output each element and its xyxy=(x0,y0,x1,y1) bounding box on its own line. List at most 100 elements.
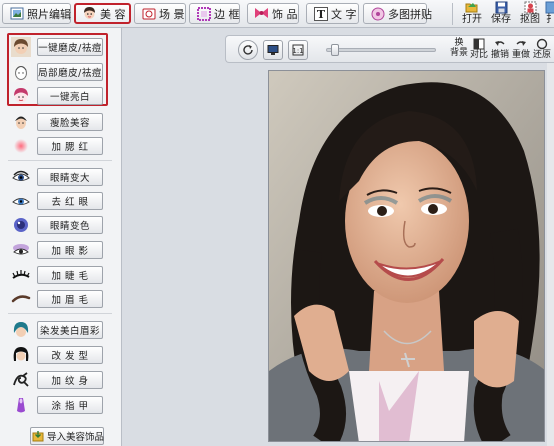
rotate-button[interactable] xyxy=(238,40,258,60)
tab-beauty-label: 美 容 xyxy=(100,7,126,21)
vertical-scrollbar[interactable] xyxy=(547,63,554,446)
restore-label: 还原 xyxy=(532,50,551,60)
local-smooth-button[interactable]: 局部磨皮/祛痘 xyxy=(37,63,103,81)
more-button[interactable]: 扌 xyxy=(544,1,554,27)
tab-scene-label: 场 景 xyxy=(159,7,185,21)
import-beauty-items-button[interactable]: 导入美容饰品 xyxy=(30,427,104,445)
tab-text[interactable]: T 文 字 xyxy=(306,3,359,24)
tab-frame-label: 边 框 xyxy=(214,7,240,21)
tattoo-button[interactable]: 加 纹 身 xyxy=(37,371,103,389)
portrait-image xyxy=(269,71,544,441)
tab-text-label: 文 字 xyxy=(331,7,357,21)
toolbar-divider xyxy=(452,3,453,25)
zoom-slider-thumb[interactable] xyxy=(331,44,339,56)
tab-scene[interactable]: 场 景 xyxy=(134,3,186,24)
monitor-icon xyxy=(266,43,281,58)
slim-face-icon xyxy=(11,112,31,132)
beauty-item-tattoo[interactable]: 加 纹 身 xyxy=(0,370,122,390)
eyelash-button[interactable]: 加 睫 毛 xyxy=(37,266,103,284)
beauty-item-slim-face[interactable]: 瘦脸美容 xyxy=(0,112,122,132)
collage-icon xyxy=(370,6,385,21)
accessory-icon xyxy=(254,6,269,21)
tab-photo-edit-label: 照片编辑 xyxy=(27,7,71,21)
tab-accessory-label: 饰 品 xyxy=(272,7,298,21)
beauty-item-eyelash[interactable]: 加 睫 毛 xyxy=(0,265,122,285)
beauty-item-eye-color[interactable]: 眼睛变色 xyxy=(0,215,122,235)
eye-shadow-button[interactable]: 加 眼 影 xyxy=(37,241,103,259)
section-divider xyxy=(8,313,112,314)
beauty-item-whiten[interactable]: 一键亮白 xyxy=(0,86,122,106)
open-folder-icon xyxy=(465,1,479,14)
restore-button[interactable]: 还原 xyxy=(530,38,554,62)
actual-size-icon: 1:1 xyxy=(291,43,306,58)
beauty-item-nail-polish[interactable]: 涂 指 甲 xyxy=(0,395,122,415)
beauty-item-blush[interactable]: 加 腮 红 xyxy=(0,136,122,156)
tab-collage-label: 多图拼贴 xyxy=(388,7,432,21)
save-button[interactable]: 保存 xyxy=(486,1,516,27)
eyelash-icon xyxy=(11,265,31,285)
whiten-button[interactable]: 一键亮白 xyxy=(37,87,103,105)
cutout-button[interactable]: 抠图 xyxy=(515,1,545,27)
beauty-panel: 一键磨皮/祛痘 局部磨皮/祛痘 一键亮白 瘦脸美容 加 腮 红 眼睛变大 去 红… xyxy=(0,28,122,446)
save-icon xyxy=(494,1,508,14)
cutout-label: 抠图 xyxy=(520,14,540,25)
redo-icon xyxy=(515,38,527,50)
eyebrow-button[interactable]: 加 眉 毛 xyxy=(37,290,103,308)
portrait-photo xyxy=(268,70,545,442)
slim-face-button[interactable]: 瘦脸美容 xyxy=(37,113,103,131)
svg-text:T: T xyxy=(316,8,325,21)
section-divider xyxy=(8,160,112,161)
beauty-item-eye-shadow[interactable]: 加 眼 影 xyxy=(0,240,122,260)
tab-collage[interactable]: 多图拼贴 xyxy=(363,3,432,24)
blush-icon xyxy=(11,136,31,156)
text-icon: T xyxy=(313,6,328,21)
tab-frame[interactable]: 边 框 xyxy=(189,3,240,24)
auto-smooth-button[interactable]: 一键磨皮/祛痘 xyxy=(37,38,103,56)
beauty-item-local-smooth[interactable]: 局部磨皮/祛痘 xyxy=(0,62,122,82)
tab-beauty[interactable]: 美 容 xyxy=(74,3,131,24)
beauty-face-icon xyxy=(82,6,97,21)
view-toolbar: 1:1 换 背景 对比 撤销 重做 还原 xyxy=(225,35,554,63)
eye-color-button[interactable]: 眼睛变色 xyxy=(37,216,103,234)
swap-background-label: 换 背景 xyxy=(449,38,468,58)
red-eye-button[interactable]: 去 红 眼 xyxy=(37,192,103,210)
import-label: 导入美容饰品 xyxy=(47,432,105,443)
hair-dye-icon xyxy=(11,320,31,340)
beauty-item-red-eye[interactable]: 去 红 眼 xyxy=(0,191,122,211)
nail-polish-icon xyxy=(11,395,31,415)
eye-shadow-icon xyxy=(11,240,31,260)
save-label: 保存 xyxy=(491,14,511,25)
hairstyle-button[interactable]: 改 发 型 xyxy=(37,346,103,364)
tab-accessory[interactable]: 饰 品 xyxy=(247,3,299,24)
nail-polish-button[interactable]: 涂 指 甲 xyxy=(37,396,103,414)
face-thumb-icon xyxy=(11,37,31,57)
blush-button[interactable]: 加 腮 红 xyxy=(37,137,103,155)
rotate-icon xyxy=(241,43,256,58)
beauty-item-hairstyle[interactable]: 改 发 型 xyxy=(0,345,122,365)
import-icon xyxy=(30,429,45,444)
eyebrow-icon xyxy=(11,289,31,309)
beauty-item-eyebrow[interactable]: 加 眉 毛 xyxy=(0,289,122,309)
open-button[interactable]: 打开 xyxy=(457,1,487,27)
tab-photo-edit[interactable]: 照片编辑 xyxy=(2,3,71,24)
hairstyle-icon xyxy=(11,345,31,365)
face-white-icon xyxy=(11,86,31,106)
compare-icon xyxy=(473,38,485,50)
beauty-item-auto-smooth[interactable]: 一键磨皮/祛痘 xyxy=(0,37,122,57)
beauty-item-hair-dye[interactable]: 染发美白眉彩 xyxy=(0,320,122,340)
eye-color-icon xyxy=(11,215,31,235)
photo-edit-icon xyxy=(9,6,24,21)
top-toolbar: 照片编辑 美 容 场 景 边 框 饰 品 T 文 字 多图拼贴 打开 保存 抠图… xyxy=(0,0,554,28)
open-label: 打开 xyxy=(462,14,482,25)
redo-label: 重做 xyxy=(511,50,530,60)
actual-size-button[interactable]: 1:1 xyxy=(288,40,308,60)
more-label: 扌 xyxy=(546,14,554,25)
zoom-slider[interactable] xyxy=(326,44,436,56)
beauty-item-eye-enlarge[interactable]: 眼睛变大 xyxy=(0,167,122,187)
eye-enlarge-icon xyxy=(11,167,31,187)
compare-label: 对比 xyxy=(469,50,488,60)
eye-enlarge-button[interactable]: 眼睛变大 xyxy=(37,168,103,186)
hair-dye-button[interactable]: 染发美白眉彩 xyxy=(37,321,103,339)
fit-screen-button[interactable] xyxy=(263,40,283,60)
red-eye-icon xyxy=(11,191,31,211)
